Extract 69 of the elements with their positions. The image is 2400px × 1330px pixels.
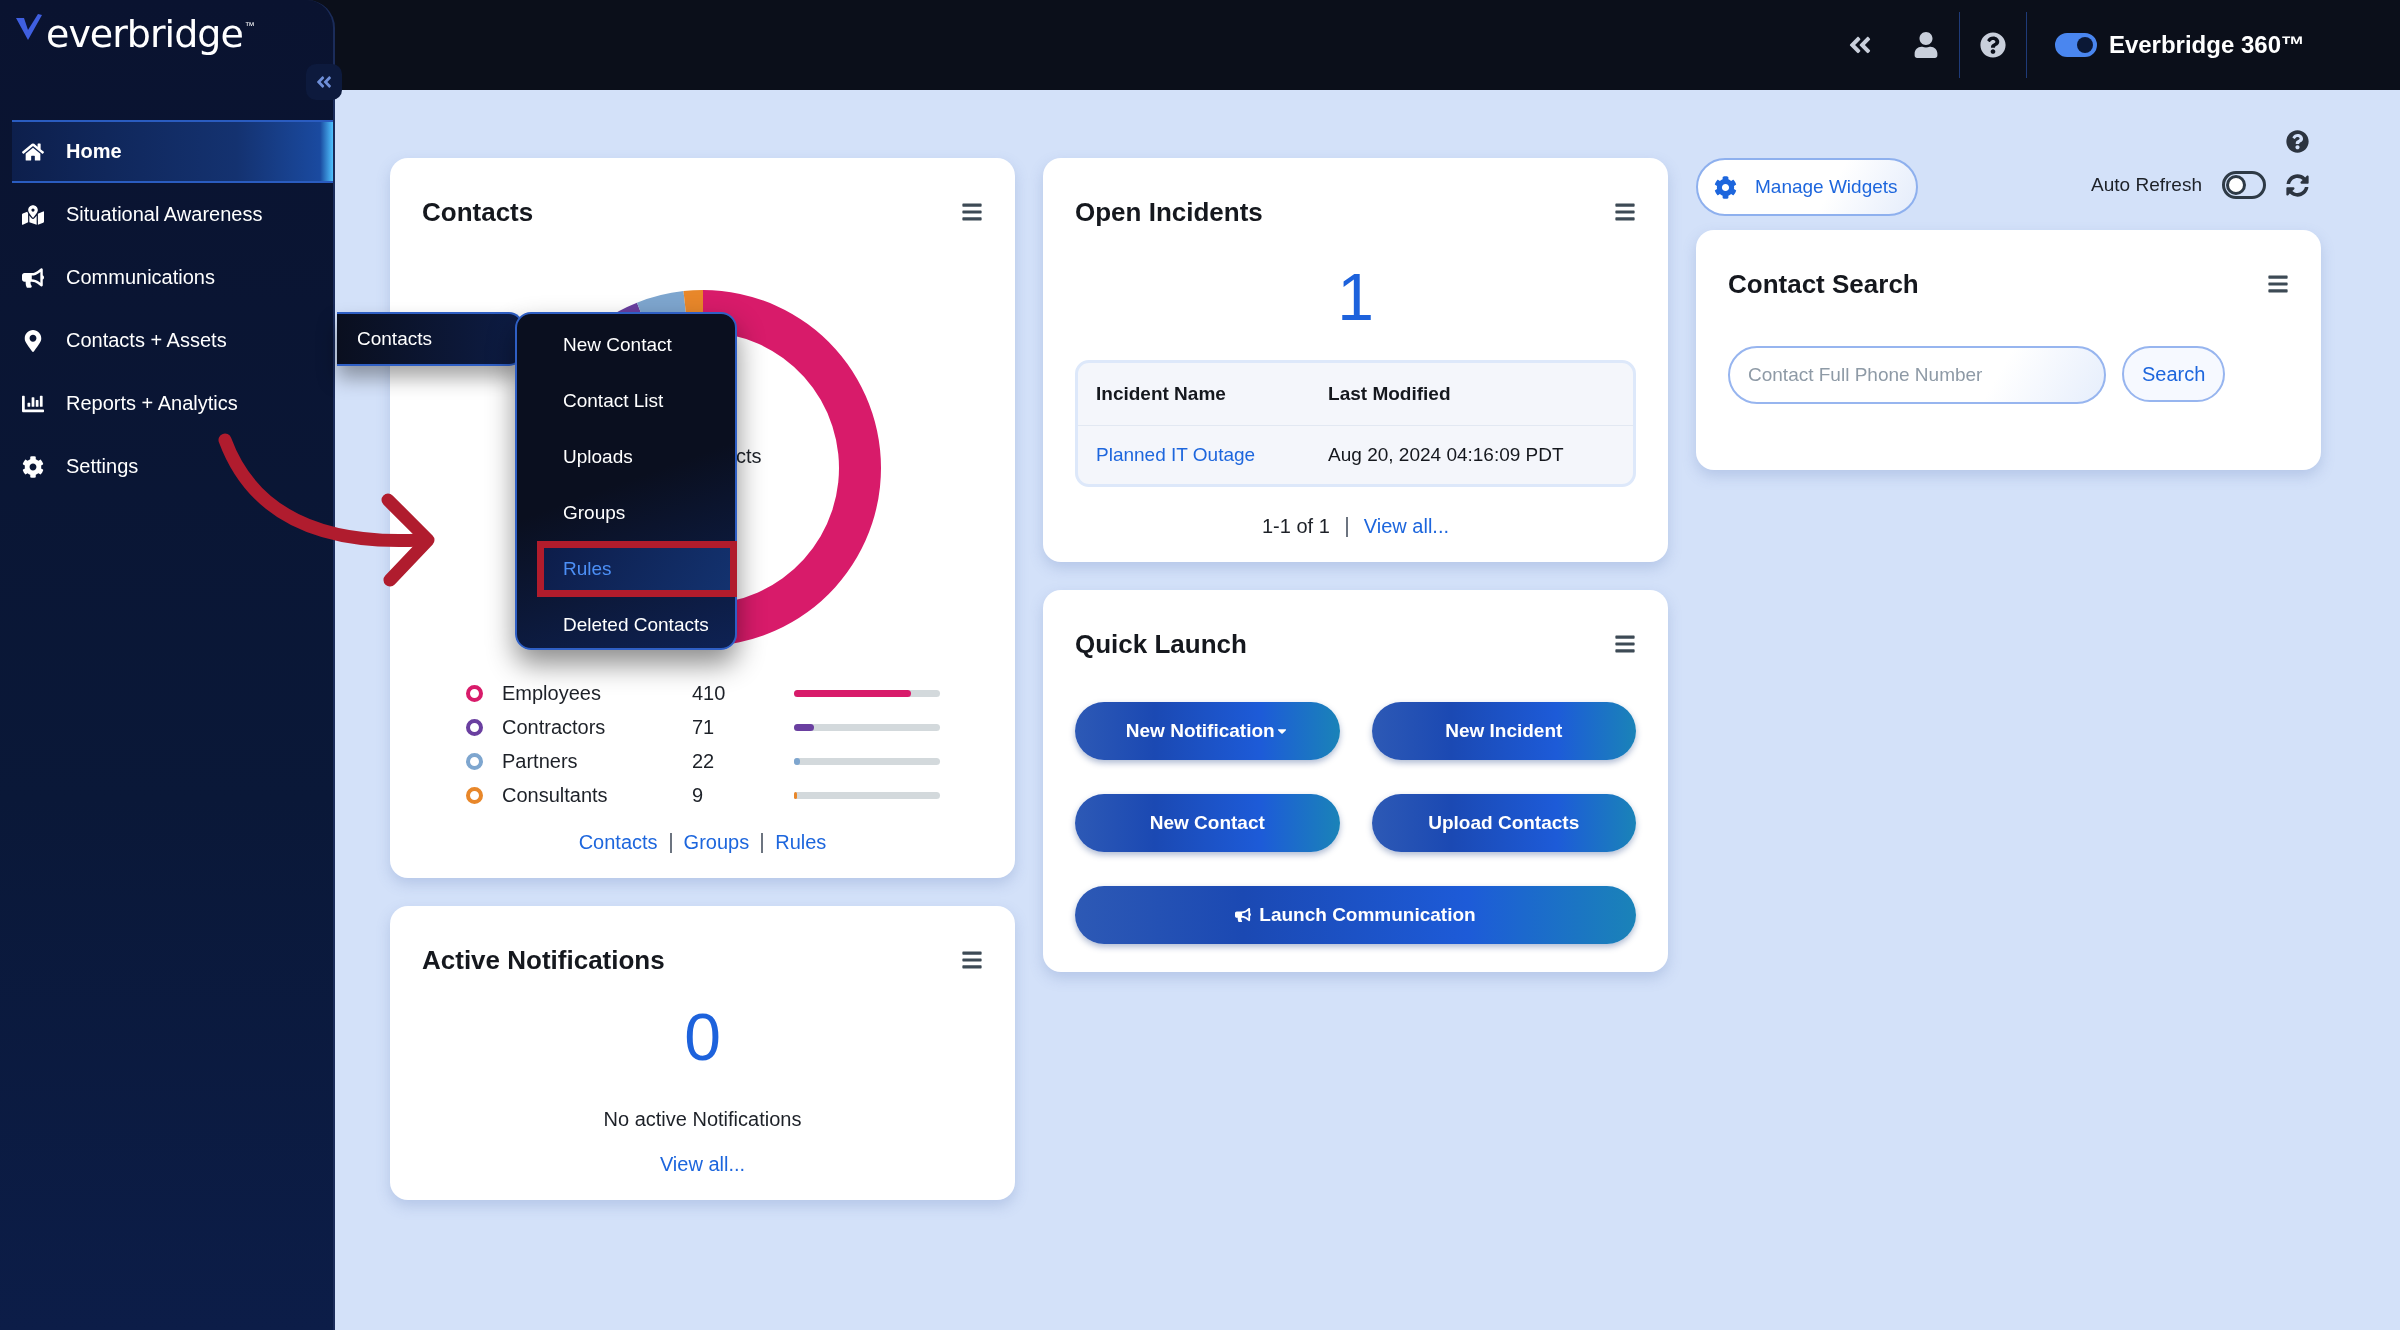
gear-icon [1714, 175, 1737, 199]
card-title: Contacts [422, 196, 534, 228]
incident-link[interactable]: Planned IT Outage [1096, 444, 1256, 465]
nav-item[interactable]: Situational Awareness [0, 183, 333, 246]
menu-icon[interactable] [961, 949, 983, 971]
nav-item[interactable]: Communications [0, 246, 333, 309]
product-toggle[interactable] [2054, 33, 2097, 57]
quick-launch-button[interactable]: New Notification [1075, 702, 1340, 760]
megaphone-icon [1235, 907, 1252, 923]
menu-item[interactable]: Rules [537, 541, 737, 597]
nav-item[interactable]: Home [12, 120, 333, 183]
table-cell-text: Aug 20, 2024 04:16:09 PDT [1327, 443, 1565, 467]
empty-message: No active Notifications [602, 1108, 803, 1131]
menu-icon[interactable] [1614, 633, 1636, 655]
menu-icon[interactable] [961, 201, 983, 223]
menu-icon[interactable] [1614, 201, 1636, 223]
auto-refresh-label: Auto Refresh [2091, 174, 2202, 196]
auto-refresh-toggle[interactable] [2222, 171, 2266, 199]
column-header: Incident Name [1078, 363, 1311, 426]
menu-item[interactable]: Uploads [517, 429, 735, 485]
legend-label: Employees [502, 681, 602, 705]
legend-count: 410 [692, 681, 727, 705]
card-title: Open Incidents [1075, 196, 1263, 228]
nav-icon [22, 140, 44, 163]
legend-label: Contractors [502, 715, 607, 739]
menu-item[interactable]: Groups [517, 485, 735, 541]
notification-count: 0 [683, 1004, 722, 1070]
card-title: Active Notifications [422, 944, 665, 976]
quick-launch-button[interactable]: New Contact [1075, 794, 1340, 852]
view-all-link[interactable]: View all... [659, 1153, 746, 1176]
footer-link[interactable]: Groups [683, 831, 750, 854]
footer-link[interactable]: Rules [775, 831, 827, 854]
nav-icon [22, 203, 44, 226]
pagination-text: 1-1 of 1 [1261, 515, 1330, 538]
legend-label: Consultants [502, 783, 609, 807]
collapse-icon [315, 73, 333, 91]
nav-icon [22, 329, 44, 352]
nav-icon [22, 455, 44, 478]
trademark: ™ [244, 20, 255, 31]
nav-icon [22, 266, 44, 289]
legend-count: 22 [692, 749, 716, 773]
card-title: Contact Search [1728, 268, 1919, 300]
manage-widgets-button[interactable]: Manage Widgets [1696, 158, 1918, 216]
menu-icon[interactable] [2267, 273, 2289, 295]
legend-count: 71 [692, 715, 716, 739]
menu-item[interactable]: Deleted Contacts [517, 597, 735, 653]
incident-count: 1 [1336, 264, 1375, 330]
view-all-link[interactable]: View all... [1363, 515, 1450, 538]
refresh-icon[interactable] [2286, 173, 2309, 197]
nav-item[interactable]: Settings [0, 435, 333, 498]
launch-button[interactable]: Launch Communication [1075, 886, 1636, 944]
legend-count: 9 [692, 783, 705, 807]
menu-item[interactable]: Contact List [517, 373, 735, 429]
product-name: Everbridge 360™ [2108, 31, 2305, 59]
card-title: Quick Launch [1075, 628, 1247, 660]
search-button[interactable]: Search [2122, 346, 2226, 402]
column-header: Last Modified [1310, 363, 1633, 426]
quick-launch-button[interactable]: New Incident [1371, 702, 1636, 760]
phone-search-field[interactable]: Contact Full Phone Number [1728, 346, 2106, 404]
footer-link[interactable]: Contacts [578, 831, 658, 854]
logo-icon [14, 12, 44, 42]
chart-center-label: cts [735, 445, 762, 467]
nav-item[interactable]: Contacts + Assets [0, 309, 333, 372]
logo: everbridge [46, 12, 243, 56]
quick-launch-button[interactable]: Upload Contacts [1371, 794, 1636, 852]
help-icon[interactable] [2286, 130, 2309, 153]
legend-label: Partners [502, 749, 579, 773]
nav-item[interactable]: Reports + Analytics [0, 372, 333, 435]
collapse-button[interactable] [306, 64, 342, 100]
